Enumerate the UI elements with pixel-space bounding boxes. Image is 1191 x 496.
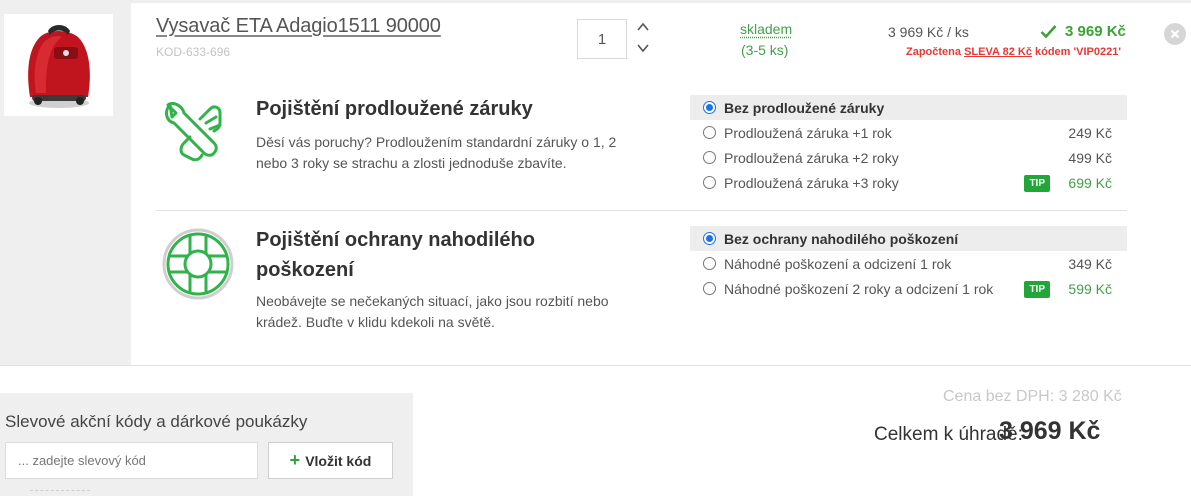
warranty-option[interactable]: Prodloužená záruka +1 rok 249 Kč bbox=[690, 120, 1127, 145]
damage-description-1: Neobávejte se nečekaných situací, jako j… bbox=[256, 293, 609, 309]
option-label: Náhodné poškození 2 roky a odcizení 1 ro… bbox=[724, 280, 994, 297]
option-label: Prodloužená záruka +2 roky bbox=[724, 149, 899, 166]
radio[interactable] bbox=[703, 151, 716, 164]
damage-options: Bez ochrany nahodilého poškození Náhodné… bbox=[690, 226, 1127, 301]
warranty-option[interactable]: Bez prodloužené záruky bbox=[690, 95, 1127, 120]
vacuum-cleaner-image bbox=[27, 25, 90, 108]
tip-badge: TIP bbox=[1024, 281, 1050, 298]
product-name-link[interactable]: Vysavač ETA Adagio1511 90000 bbox=[156, 15, 441, 38]
radio[interactable] bbox=[703, 282, 716, 295]
warranty-option[interactable]: Prodloužená záruka +2 roky 499 Kč bbox=[690, 145, 1127, 170]
option-label: Náhodné poškození a odcizení 1 rok bbox=[724, 255, 952, 272]
damage-title-2: poškození bbox=[256, 259, 354, 281]
apply-code-button[interactable]: + Vložit kód bbox=[268, 442, 393, 479]
promo-code-label: Slevové akční kódy a dárkové poukázky bbox=[5, 412, 308, 431]
warranty-option[interactable]: Prodloužená záruka +3 roky TIP 699 Kč bbox=[690, 170, 1127, 195]
remove-item-button[interactable] bbox=[1164, 23, 1186, 45]
stock-status-link[interactable]: skladem bbox=[740, 21, 792, 37]
quantity-input[interactable]: 1 bbox=[577, 19, 627, 59]
option-price: 699 Kč bbox=[1068, 174, 1112, 191]
tip-badge: TIP bbox=[1024, 175, 1050, 192]
close-icon bbox=[1170, 29, 1180, 39]
radio[interactable] bbox=[703, 126, 716, 139]
cart-item-bottom-border bbox=[0, 365, 1191, 366]
chevron-up-icon[interactable] bbox=[636, 20, 650, 34]
option-label: Prodloužená záruka +1 rok bbox=[724, 124, 892, 141]
stock-count: (3-5 ks) bbox=[741, 42, 789, 58]
radio-selected[interactable] bbox=[703, 101, 716, 114]
option-price: 599 Kč bbox=[1068, 280, 1112, 297]
damage-option[interactable]: Náhodné poškození a odcizení 1 rok 349 K… bbox=[690, 251, 1127, 276]
damage-option[interactable]: Bez ochrany nahodilého poškození bbox=[690, 226, 1127, 251]
wrench-hand-icon bbox=[165, 101, 222, 162]
discount-prefix: Započtena bbox=[906, 46, 962, 58]
warranty-title: Pojištění prodloužené záruky bbox=[256, 98, 533, 120]
radio[interactable] bbox=[703, 176, 716, 189]
option-price: 499 Kč bbox=[1068, 149, 1112, 166]
apply-code-label: Vložit kód bbox=[305, 452, 372, 469]
option-label: Bez ochrany nahodilého poškození bbox=[724, 230, 959, 247]
option-label: Bez prodloužené záruky bbox=[724, 99, 885, 116]
discount-note: Započtena SLEVA 82 Kč kódem 'VIP0221' bbox=[906, 46, 1121, 58]
grand-total-value: 3 969 Kč bbox=[999, 417, 1101, 445]
section-divider bbox=[156, 210, 1127, 211]
discount-link[interactable]: SLEVA 82 Kč bbox=[964, 46, 1032, 58]
discount-suffix: kódem 'VIP0221' bbox=[1035, 46, 1121, 58]
warranty-description-1: Děsí vás poruchy? Prodloužením standardn… bbox=[256, 134, 617, 150]
product-code: KOD-633-696 bbox=[156, 45, 231, 59]
promo-code-input[interactable] bbox=[5, 442, 258, 479]
damage-option[interactable]: Náhodné poškození 2 roky a odcizení 1 ro… bbox=[690, 276, 1127, 301]
product-thumbnail[interactable] bbox=[4, 14, 113, 116]
plus-icon: + bbox=[289, 450, 301, 470]
warranty-options: Bez prodloužené záruky Prodloužená záruk… bbox=[690, 95, 1127, 195]
chevron-down-icon[interactable] bbox=[636, 41, 650, 55]
radio[interactable] bbox=[703, 257, 716, 270]
damage-description-2: krádež. Buďte v klidu kdekoli na světě. bbox=[256, 314, 495, 330]
promo-decoration bbox=[30, 490, 90, 496]
option-price: 249 Kč bbox=[1068, 124, 1112, 141]
line-total: 3 969 Kč bbox=[1065, 23, 1126, 40]
radio-selected[interactable] bbox=[703, 232, 716, 245]
checkmark-icon bbox=[1040, 25, 1057, 39]
lifebuoy-icon bbox=[162, 228, 234, 300]
warranty-description-2: nebo 3 roky se strachu a zlosti jednoduš… bbox=[256, 155, 567, 171]
damage-title-1: Pojištění ochrany nahodilého bbox=[256, 229, 535, 251]
option-label: Prodloužená záruka +3 roky bbox=[724, 174, 899, 191]
option-price: 349 Kč bbox=[1068, 255, 1112, 272]
top-border bbox=[0, 0, 1191, 3]
price-without-vat: Cena bez DPH: 3 280 Kč bbox=[943, 388, 1122, 405]
unit-price: 3 969 Kč / ks bbox=[888, 24, 969, 40]
